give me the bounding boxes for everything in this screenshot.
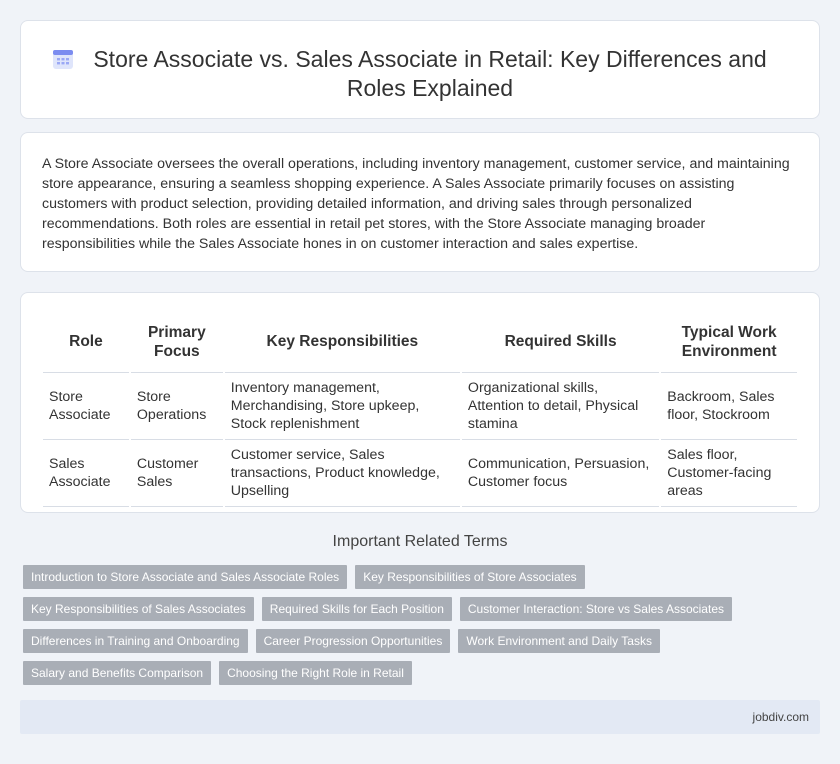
table-row: Store Associate Store Operations Invento… (43, 373, 797, 440)
tag-row: Differences in Training and Onboarding C… (23, 629, 783, 653)
related-term-link[interactable]: Career Progression Opportunities (255, 629, 451, 653)
table-cell: Store Operations (130, 373, 223, 440)
table-cell: Organizational skills, Attention to deta… (461, 373, 660, 440)
related-term-link[interactable]: Key Responsibilities of Store Associates (355, 565, 585, 589)
table-header-row: Role Primary Focus Key Responsibilities … (43, 311, 797, 373)
table-row: Sales Associate Customer Sales Customer … (43, 440, 797, 507)
related-term-link[interactable]: Introduction to Store Associate and Sale… (23, 565, 348, 589)
table-cell: Inventory management, Merchandising, Sto… (224, 373, 460, 440)
column-header: Typical Work Environment (661, 311, 797, 373)
related-term-link[interactable]: Customer Interaction: Store vs Sales Ass… (459, 597, 732, 621)
header-card: Store Associate vs. Sales Associate in R… (20, 20, 820, 119)
related-term-link[interactable]: Key Responsibilities of Sales Associates (23, 597, 254, 621)
related-terms-list: Introduction to Store Associate and Sale… (23, 565, 783, 693)
related-term-link[interactable]: Work Environment and Daily Tasks (458, 629, 660, 653)
related-term-link[interactable]: Required Skills for Each Position (261, 597, 452, 621)
table-cell: Backroom, Sales floor, Stockroom (661, 373, 797, 440)
column-header: Required Skills (461, 311, 660, 373)
page-title: Store Associate vs. Sales Associate in R… (93, 46, 767, 101)
footer: jobdiv.com (20, 700, 820, 734)
table-cell: Store Associate (43, 373, 129, 440)
table-cell: Customer Sales (130, 440, 223, 507)
related-terms-heading: Important Related Terms (332, 533, 508, 550)
table-cell: Customer service, Sales transactions, Pr… (224, 440, 460, 507)
footer-site-link[interactable]: jobdiv.com (753, 710, 809, 724)
tag-row: Introduction to Store Associate and Sale… (23, 565, 783, 589)
table-cell: Sales floor, Customer-facing areas (661, 440, 797, 507)
related-term-link[interactable]: Differences in Training and Onboarding (23, 629, 248, 653)
column-header: Primary Focus (130, 311, 223, 373)
column-header: Key Responsibilities (224, 311, 460, 373)
table-cell: Communication, Persuasion, Customer focu… (461, 440, 660, 507)
intro-paragraph: A Store Associate oversees the overall o… (42, 156, 790, 252)
related-term-link[interactable]: Choosing the Right Role in Retail (219, 661, 412, 685)
table-cell: Sales Associate (43, 440, 129, 507)
intro-card: A Store Associate oversees the overall o… (20, 132, 820, 272)
comparison-table-card: Role Primary Focus Key Responsibilities … (20, 292, 820, 513)
tag-row: Key Responsibilities of Sales Associates… (23, 597, 783, 621)
column-header: Role (43, 311, 129, 373)
tag-row: Salary and Benefits Comparison Choosing … (23, 661, 783, 685)
related-term-link[interactable]: Salary and Benefits Comparison (23, 661, 212, 685)
comparison-table: Role Primary Focus Key Responsibilities … (41, 311, 799, 507)
